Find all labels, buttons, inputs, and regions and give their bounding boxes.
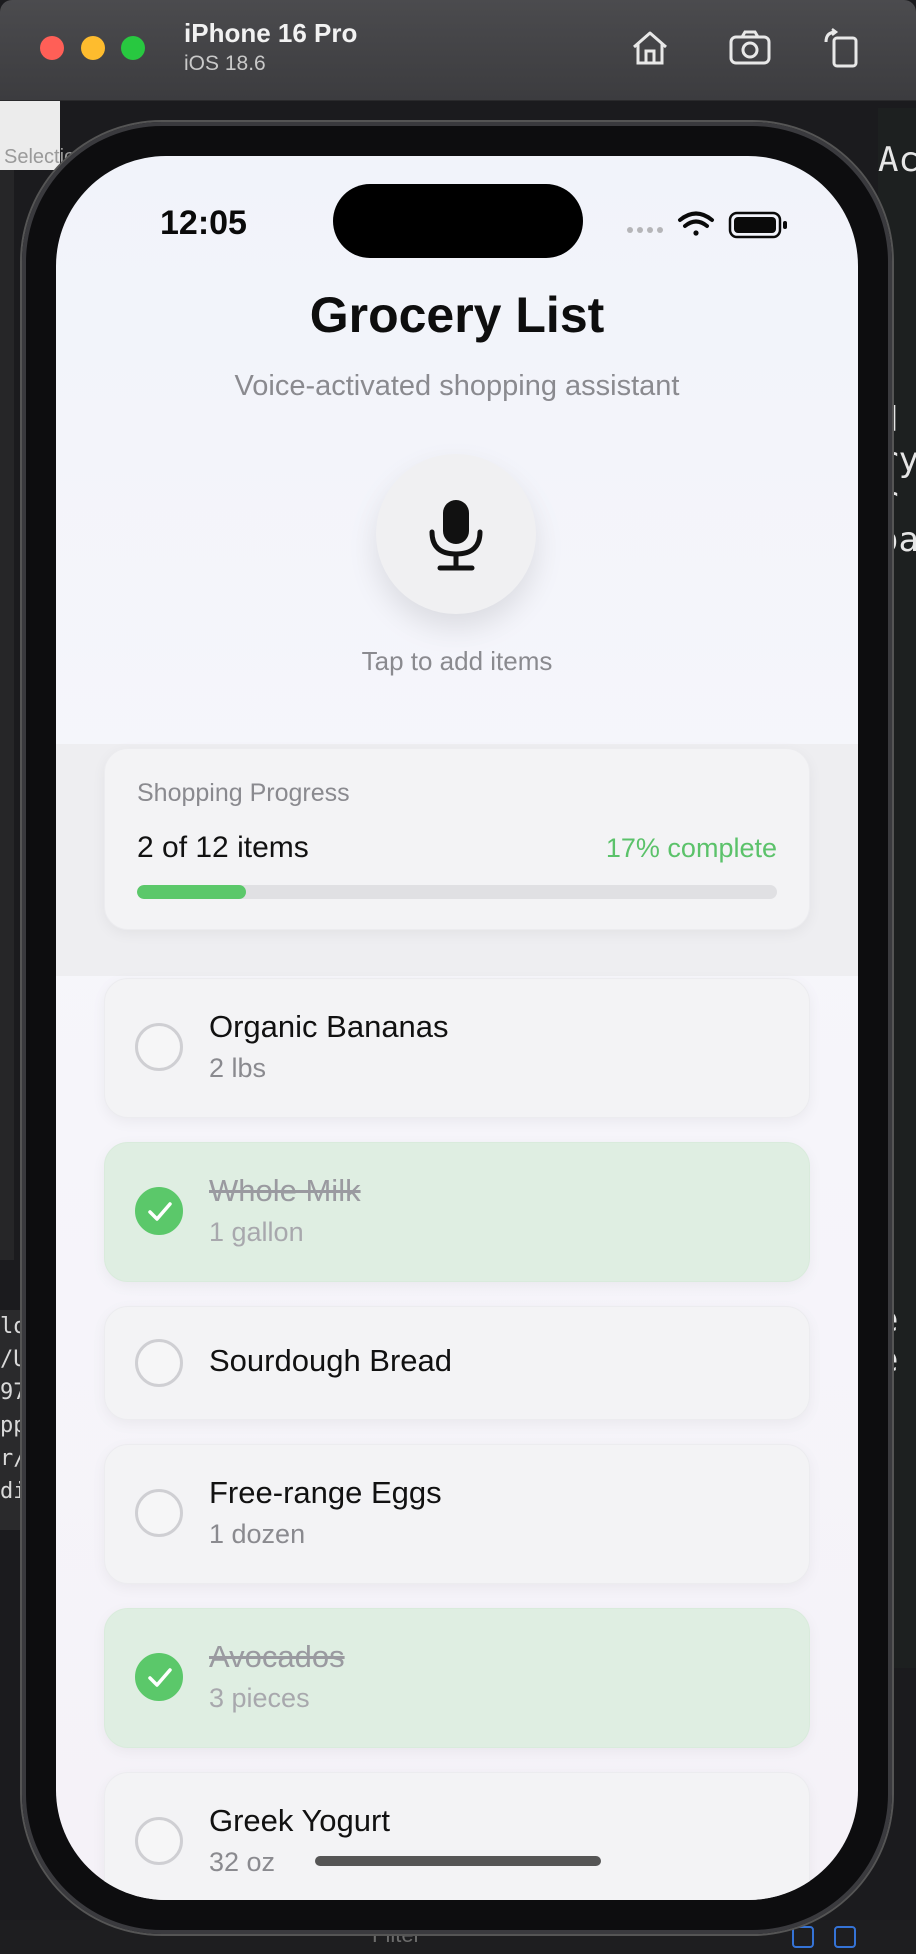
- page-title: Grocery List: [309, 287, 605, 343]
- item-quantity: 1 dozen: [209, 1519, 306, 1549]
- rotate-icon[interactable]: [820, 26, 864, 70]
- wifi-icon: [678, 211, 714, 236]
- page-subtitle: Voice-activated shopping assistant: [234, 370, 680, 402]
- item-quantity: 1 gallon: [209, 1217, 304, 1247]
- status-icons: [627, 211, 787, 239]
- code-line: 97: [0, 1380, 24, 1405]
- battery-icon: [728, 211, 787, 239]
- dynamic-island: [333, 184, 583, 258]
- list-item[interactable]: Free-range Eggs 1 dozen: [104, 1444, 810, 1584]
- phone-screen: 12:05 Grocery List Voice-activated shopp…: [56, 156, 858, 1900]
- item-quantity: 2 lbs: [209, 1053, 267, 1083]
- status-time: 12:05: [160, 204, 247, 242]
- background-code-snippet: lo /U 97 pp r/ di: [0, 1310, 24, 1530]
- checkbox[interactable]: [135, 1023, 183, 1071]
- checkbox[interactable]: [135, 1187, 183, 1235]
- list-item[interactable]: Whole Milk 1 gallon: [104, 1142, 810, 1282]
- home-icon[interactable]: [628, 26, 672, 70]
- checkbox[interactable]: [135, 1817, 183, 1865]
- cellular-signal-icon: [627, 227, 663, 233]
- zoom-window-button[interactable]: [121, 36, 145, 60]
- progress-percent: 17% complete: [605, 833, 777, 863]
- item-name: Free-range Eggs: [209, 1475, 442, 1510]
- checkbox[interactable]: [135, 1489, 183, 1537]
- progress-label: Shopping Progress: [137, 779, 350, 807]
- item-name: Whole Milk: [209, 1173, 361, 1208]
- device-name: iPhone 16 Pro: [184, 18, 358, 48]
- background-text-line: Act: [878, 140, 916, 180]
- checkmark-icon: [148, 1202, 172, 1221]
- progress-bar-fill: [137, 885, 246, 899]
- background-panel-left: [0, 100, 14, 1260]
- panel-toggle-icon[interactable]: [834, 1926, 856, 1948]
- voice-input-hint: Tap to add items: [361, 646, 553, 676]
- list-item[interactable]: Greek Yogurt 32 oz: [104, 1772, 810, 1900]
- item-quantity: 3 pieces: [209, 1683, 310, 1713]
- item-name: Sourdough Bread: [209, 1343, 453, 1378]
- code-line: lo: [0, 1314, 24, 1339]
- microphone-icon: [429, 500, 483, 571]
- checkmark-icon: [148, 1668, 172, 1687]
- code-line: r/: [0, 1446, 24, 1471]
- panel-toggle-icon[interactable]: [792, 1926, 814, 1948]
- item-name: Greek Yogurt: [209, 1803, 390, 1838]
- home-indicator[interactable]: [315, 1856, 601, 1866]
- item-name: Organic Bananas: [209, 1009, 449, 1044]
- code-line: di: [0, 1479, 24, 1504]
- code-line: pp: [0, 1413, 24, 1438]
- progress-count: 2 of 12 items: [137, 831, 309, 864]
- simulator-titlebar: iPhone 16 Pro iOS 18.6: [0, 0, 916, 101]
- background-toolbar-left: Selectio: [0, 100, 75, 170]
- checkbox[interactable]: [135, 1653, 183, 1701]
- screenshot-icon[interactable]: [728, 26, 772, 70]
- list-item[interactable]: Organic Bananas 2 lbs: [104, 978, 810, 1118]
- checkbox[interactable]: [135, 1339, 183, 1387]
- list-item[interactable]: Avocados 3 pieces: [104, 1608, 810, 1748]
- close-window-button[interactable]: [40, 36, 64, 60]
- progress-card: Shopping Progress 2 of 12 items 17% comp…: [104, 748, 810, 930]
- item-quantity: 32 oz: [209, 1847, 276, 1877]
- iphone-frame: 12:05 Grocery List Voice-activated shopp…: [22, 122, 892, 1934]
- list-item[interactable]: Sourdough Bread: [104, 1306, 810, 1420]
- voice-input-button[interactable]: [376, 454, 536, 614]
- progress-bar: [137, 885, 777, 899]
- item-name: Avocados: [209, 1639, 345, 1674]
- os-version: iOS 18.6: [184, 52, 266, 75]
- minimize-window-button[interactable]: [81, 36, 105, 60]
- code-line: /U: [0, 1347, 24, 1372]
